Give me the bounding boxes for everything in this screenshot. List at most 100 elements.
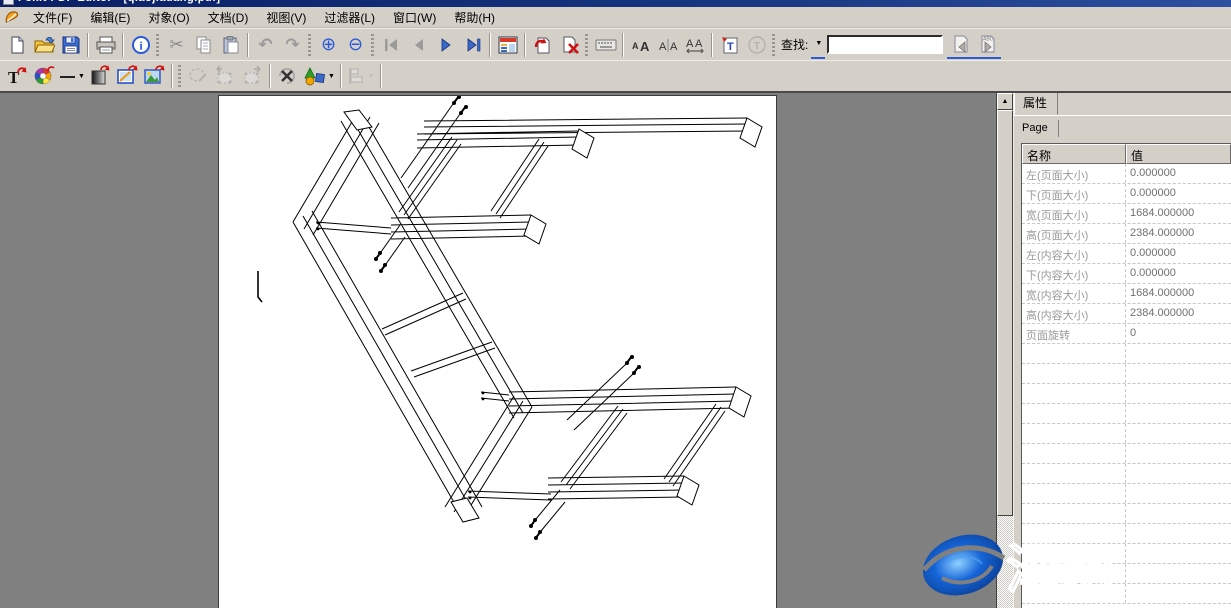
tab-page[interactable]: Page (1014, 120, 1059, 137)
info-button[interactable]: i (127, 32, 154, 58)
font-width-button[interactable]: AA (681, 32, 708, 58)
prev-page-button[interactable] (405, 32, 432, 58)
svg-text:A: A (640, 39, 650, 54)
next-page-icon (437, 38, 455, 52)
keyboard-button[interactable] (592, 32, 619, 58)
zoom-out-icon: ⊖ (348, 34, 363, 55)
empty-row (1022, 424, 1231, 444)
menu-file[interactable]: 文件(F) (24, 7, 81, 28)
toolbar-grip[interactable] (371, 34, 374, 56)
vertical-scrollbar[interactable]: ▲ (996, 93, 1013, 608)
font-size-button[interactable]: A A (627, 32, 654, 58)
table-row[interactable]: 宽(内容大小) 1684.000000 (1022, 284, 1231, 304)
empty-row (1022, 464, 1231, 484)
shapes-button[interactable]: ▼ (301, 63, 337, 89)
new-button[interactable] (3, 32, 30, 58)
delete-object-button[interactable] (274, 63, 301, 89)
zoom-out-button[interactable]: ⊖ (342, 32, 369, 58)
property-value: 0 (1126, 324, 1231, 343)
prev-page-icon (410, 38, 428, 52)
menu-help[interactable]: 帮助(H) (445, 7, 504, 28)
svg-text:T: T (727, 41, 734, 53)
zoom-in-button[interactable]: ⊕ (315, 32, 342, 58)
table-row[interactable]: 宽(页面大小) 1684.000000 (1022, 204, 1231, 224)
scrollbar-thumb[interactable] (997, 110, 1013, 516)
app-icon (3, 0, 14, 5)
table-row[interactable]: 左(内容大小) 0.000000 (1022, 244, 1231, 264)
page-layout-button[interactable] (494, 32, 521, 58)
toolbar-grip[interactable] (585, 34, 588, 56)
scissors-icon: ✂ (169, 35, 183, 55)
svg-text:A: A (670, 41, 678, 53)
separator (171, 64, 173, 88)
toolbar-grip[interactable] (156, 34, 159, 56)
new-page-icon (7, 35, 27, 55)
menu-edit[interactable]: 编辑(E) (81, 7, 139, 28)
separator (622, 33, 624, 57)
table-row[interactable]: 高(内容大小) 2384.000000 (1022, 304, 1231, 324)
separator (87, 33, 89, 57)
table-row[interactable]: 下(内容大小) 0.000000 (1022, 264, 1231, 284)
lasso-button[interactable] (185, 63, 212, 89)
empty-row (1022, 344, 1231, 364)
menu-view[interactable]: 视图(V) (257, 7, 315, 28)
table-row[interactable]: 高(页面大小) 2384.000000 (1022, 224, 1231, 244)
find-prev-button[interactable] (947, 31, 974, 59)
font-width-icon: AA (684, 36, 706, 54)
next-page-button[interactable] (432, 32, 459, 58)
gradient-tool-button[interactable] (87, 63, 114, 89)
table-row[interactable]: 左(页面大小) 0.000000 (1022, 164, 1231, 184)
find-dropdown-button[interactable]: ▼ (811, 31, 825, 59)
toolbar-grip[interactable] (772, 34, 775, 56)
scroll-up-button[interactable]: ▲ (997, 93, 1013, 110)
edit-image-icon (116, 65, 138, 87)
copy-button[interactable] (190, 32, 217, 58)
table-row[interactable]: 下(页面大小) 0.000000 (1022, 184, 1231, 204)
table-row[interactable]: 页面旋转 0 (1022, 324, 1231, 344)
insert-text-button[interactable]: T (3, 63, 30, 89)
align-button[interactable]: ▼ (345, 63, 377, 89)
separator (380, 64, 382, 88)
delete-page-button[interactable] (556, 32, 583, 58)
insert-image-button[interactable] (141, 63, 168, 89)
last-page-button[interactable] (459, 32, 486, 58)
font-style-button[interactable]: A A (654, 32, 681, 58)
add-text-button[interactable]: T (716, 32, 743, 58)
gradient-cylinder-icon (89, 65, 111, 87)
svg-text:A: A (695, 38, 703, 50)
rotate-right-button[interactable] (239, 63, 266, 89)
undo-button[interactable]: ↶ (252, 32, 279, 58)
rotate-left-button[interactable] (212, 63, 239, 89)
redo-button[interactable]: ↷ (279, 32, 306, 58)
menu-filter[interactable]: 过滤器(L) (315, 7, 384, 28)
cut-button[interactable]: ✂ (163, 32, 190, 58)
edit-image-button[interactable] (114, 63, 141, 89)
paste-button[interactable] (217, 32, 244, 58)
menu-object[interactable]: 对象(O) (139, 7, 198, 28)
save-button[interactable] (57, 32, 84, 58)
toolbar-object: T ▼ (0, 60, 1231, 93)
open-folder-icon (33, 35, 55, 55)
document-canvas[interactable] (0, 93, 996, 608)
first-page-button[interactable] (378, 32, 405, 58)
column-header-name[interactable]: 名称 (1022, 144, 1126, 164)
text-tool-button[interactable]: T (743, 32, 770, 58)
properties-tab[interactable]: 属性 (1014, 93, 1058, 115)
print-button[interactable] (92, 32, 119, 58)
empty-row (1022, 504, 1231, 524)
menu-window[interactable]: 窗口(W) (384, 7, 445, 28)
find-input[interactable] (827, 35, 943, 54)
insert-page-button[interactable] (529, 32, 556, 58)
open-button[interactable] (30, 32, 57, 58)
pdf-page[interactable] (218, 95, 777, 608)
property-value: 2384.000000 (1126, 224, 1231, 243)
menu-document[interactable]: 文档(D) (199, 7, 258, 28)
line-tool-button[interactable]: ▼ (57, 63, 87, 89)
toolbar-grip[interactable] (178, 65, 181, 87)
column-header-value[interactable]: 值 (1126, 144, 1231, 164)
floppy-icon (61, 35, 81, 55)
font-style-icon: A A (657, 36, 679, 54)
find-next-button[interactable]: ABC (974, 31, 1001, 59)
toolbar-grip[interactable] (308, 34, 311, 56)
color-wheel-button[interactable] (30, 63, 57, 89)
